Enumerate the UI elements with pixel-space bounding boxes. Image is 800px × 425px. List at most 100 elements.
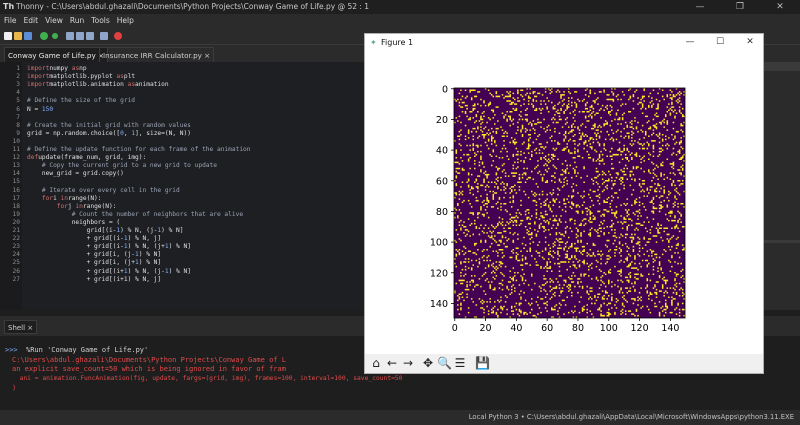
open-file-icon[interactable] — [14, 32, 22, 40]
shell-error-line: C:\Users\abdul.ghazali\Documents\Python … — [12, 356, 286, 364]
menu-run[interactable]: Run — [66, 14, 87, 28]
line-number: 8 — [16, 121, 20, 129]
figure-title-bar: ✦ Figure 1 — ☐ ✕ — [365, 34, 763, 51]
y-tick-label: 20 — [436, 115, 448, 126]
configure-subplots-icon[interactable]: ☰ — [453, 356, 467, 370]
shell-prompt: >>> — [5, 346, 18, 354]
step-into-icon[interactable] — [76, 32, 84, 40]
save-icon[interactable]: 💾 — [475, 356, 490, 370]
line-number: 16 — [12, 186, 20, 194]
menu-tools[interactable]: Tools — [87, 14, 112, 28]
y-axis: 0 20 40 60 80 100 120 140 — [430, 84, 454, 310]
x-tick-label: 100 — [600, 323, 618, 334]
line-number: 19 — [12, 210, 20, 218]
line-number: 24 — [12, 251, 20, 259]
line-number: 14 — [12, 170, 20, 178]
line-number: 17 — [12, 194, 20, 202]
back-icon[interactable]: ← — [385, 356, 399, 370]
y-tick-label: 80 — [436, 207, 448, 218]
close-button[interactable]: ✕ — [760, 0, 800, 14]
code-line: + grid[i, (j+1) % N] — [27, 259, 162, 267]
figure-maximize-button[interactable]: ☐ — [705, 34, 735, 51]
code-line: grid[(i-1) % N, (j-1) % N] — [27, 227, 184, 234]
new-file-icon[interactable] — [4, 32, 12, 40]
figure-minimize-button[interactable]: — — [675, 34, 705, 51]
line-number-gutter: 1 2 3 4 5 6 7 8 9 10 11 12 13 14 15 16 17 18 19 20 21 22 23 24 2… — [0, 62, 22, 310]
line-number: 26 — [12, 267, 20, 275]
interpreter-status[interactable]: Local Python 3 • C:\Users\abdul.ghazali\… — [469, 410, 794, 425]
tab-conway-game-of-life[interactable]: Conway Game of Life.py × — [4, 47, 109, 62]
step-out-icon[interactable] — [86, 32, 94, 40]
y-tick-label: 100 — [430, 238, 448, 249]
code-line: + grid[(i-1) % N, (j+1) % N] — [27, 243, 191, 251]
line-number: 4 — [16, 89, 20, 97]
figure-window: ✦ Figure 1 — ☐ ✕ 0 20 40 60 80 100 120 140 0 20 4… — [364, 33, 764, 374]
menu-bar: File Edit View Run Tools Help — [0, 14, 800, 28]
menu-view[interactable]: View — [41, 14, 66, 28]
shell-error-line: ani = animation.FuncAnimation(fig, updat… — [12, 375, 403, 382]
line-number: 2 — [16, 73, 20, 81]
code-line: # Copy the current grid to a new grid to… — [27, 162, 217, 170]
line-number: 3 — [16, 81, 20, 89]
x-tick-label: 40 — [510, 323, 522, 334]
shell-command: %Run 'Conway Game of Life.py' — [26, 346, 149, 354]
maximize-button[interactable]: ❐ — [720, 0, 760, 14]
figure-close-button[interactable]: ✕ — [735, 34, 765, 51]
line-number: 25 — [12, 259, 20, 267]
menu-file[interactable]: File — [0, 14, 20, 28]
menu-edit[interactable]: Edit — [20, 14, 42, 28]
zoom-icon[interactable]: 🔍 — [437, 356, 452, 370]
code-line: + grid[(i+1) % N, j] — [27, 275, 162, 283]
y-tick-label: 40 — [436, 146, 448, 157]
line-number: 1 — [16, 65, 20, 72]
code-line: + grid[i, (j-1) % N] — [27, 251, 162, 259]
line-number: 5 — [16, 97, 20, 105]
x-tick-label: 60 — [541, 323, 553, 334]
line-number: 27 — [12, 275, 20, 283]
y-tick-label: 60 — [436, 176, 448, 187]
code-line: # Create the initial grid with random va… — [27, 121, 191, 129]
code-line: grid = np.random.choice([0, 1], size=(N,… — [27, 129, 191, 137]
debug-icon[interactable] — [52, 33, 58, 39]
x-tick-label: 120 — [630, 323, 648, 334]
minimize-button[interactable]: — — [680, 0, 720, 14]
tab-insurance-irr-calculator[interactable]: Insurance IRR Calculator.py × — [99, 47, 215, 62]
figure-toolbar: ⌂ ← → ✥ 🔍 ☰ 💾 — [365, 354, 763, 373]
code-line: importnumpy asnp — [27, 65, 87, 72]
code-line: # Define the size of the grid — [27, 97, 136, 105]
title-bar: Th Thonny - C:\Users\abdul.ghazali\Docum… — [0, 0, 800, 14]
code-line: # Iterate over every cell in the grid — [27, 186, 180, 194]
code-line: new_grid = grid.copy() — [27, 170, 124, 178]
line-number: 12 — [12, 154, 20, 162]
line-number: 15 — [12, 178, 20, 186]
line-number: 20 — [12, 218, 20, 226]
home-icon[interactable]: ⌂ — [369, 356, 383, 370]
shell-error-line: an explicit save_count=50 which is being… — [12, 365, 286, 373]
save-file-icon[interactable] — [24, 32, 32, 40]
code-line: + grid[(i+1) % N, (j-1) % N] — [27, 267, 191, 275]
code-line: # Define the update function for each fr… — [27, 146, 251, 153]
step-over-icon[interactable] — [66, 32, 74, 40]
code-line: neighbors = ( — [27, 218, 121, 226]
thonny-icon: Th — [3, 2, 15, 11]
pan-icon[interactable]: ✥ — [421, 356, 435, 370]
code-line: # Count the number of neighbors that are… — [27, 210, 244, 218]
run-icon[interactable] — [40, 32, 48, 40]
tab-shell[interactable]: Shell × — [4, 320, 38, 334]
code-line: importmatplotlib.pyplot asplt — [27, 73, 136, 81]
line-number: 9 — [16, 129, 20, 137]
y-tick-label: 0 — [442, 84, 448, 95]
resume-icon[interactable] — [100, 32, 108, 40]
line-number: 6 — [16, 105, 20, 113]
figure-title: Figure 1 — [381, 38, 414, 47]
figure-canvas: 0 20 40 60 80 100 120 140 0 20 40 60 80 100 120 140 — [430, 84, 686, 334]
forward-icon[interactable]: → — [401, 356, 415, 370]
code-line: N = 150 — [27, 105, 54, 113]
menu-help[interactable]: Help — [113, 14, 137, 28]
line-number: 18 — [12, 202, 20, 210]
code-editor[interactable]: 1 2 3 4 5 6 7 8 9 10 11 12 13 14 15 16 17 18 19 20 21 22 23 24 2… — [0, 62, 364, 310]
line-number: 11 — [12, 146, 20, 153]
heatmap-image — [454, 88, 685, 318]
x-tick-label: 0 — [452, 323, 458, 334]
stop-icon[interactable] — [114, 32, 122, 40]
